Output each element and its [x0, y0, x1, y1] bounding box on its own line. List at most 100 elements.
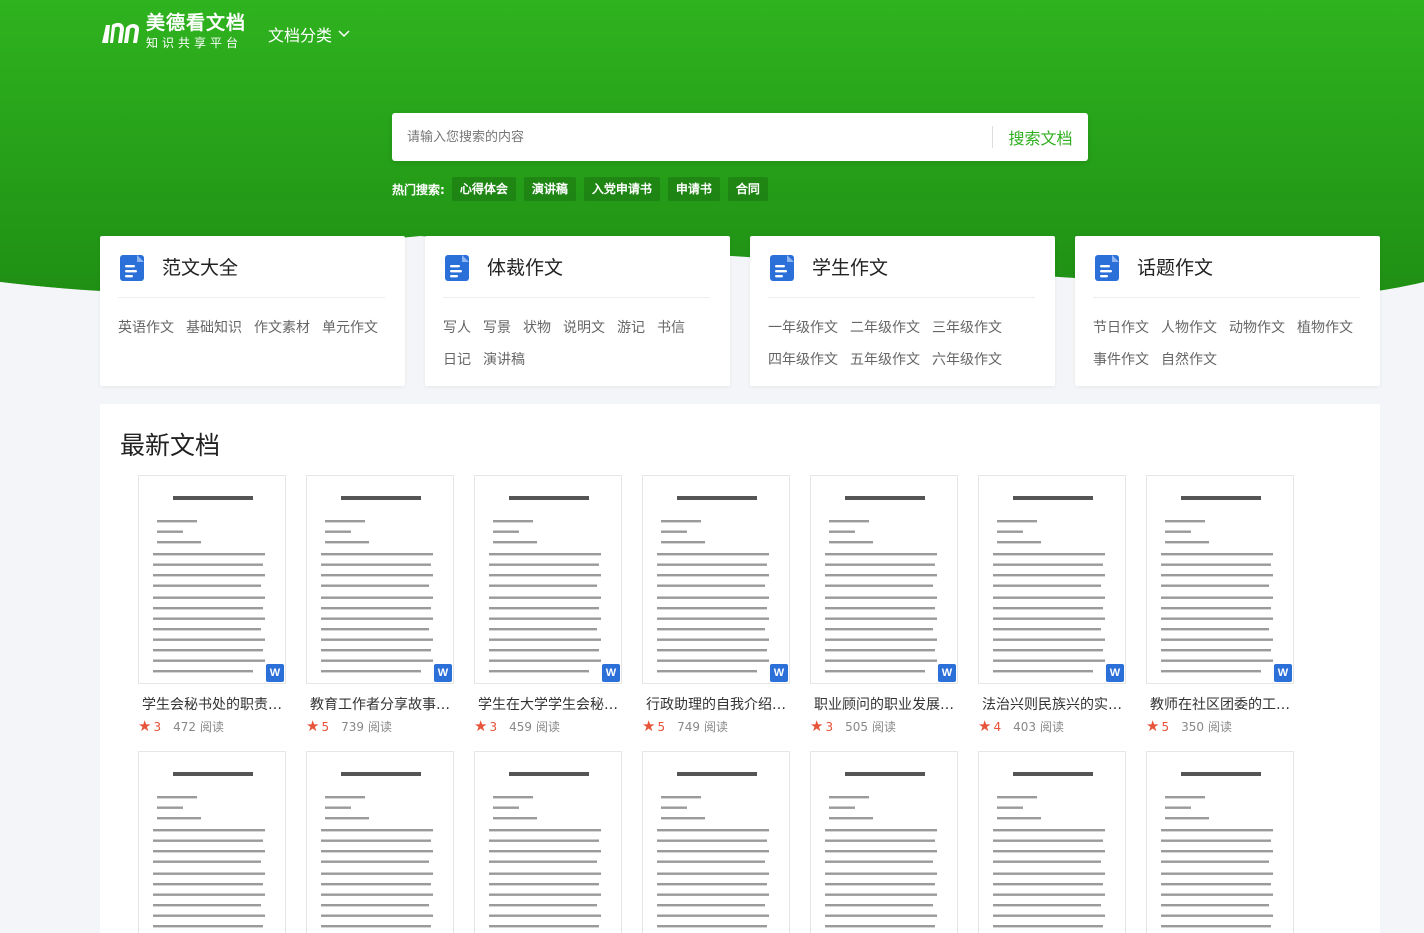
document-card[interactable]: W 学生在大学学生会秘… ★ 3 459 阅读: [474, 475, 622, 735]
document-thumbnail-text: [657, 772, 769, 928]
site-logo[interactable]: 美德看文档 知识共享平台: [100, 14, 246, 49]
document-thumbnail[interactable]: W: [642, 475, 790, 684]
document-icon: [770, 255, 794, 281]
document-thumbnail[interactable]: W: [474, 475, 622, 684]
document-thumbnail[interactable]: [138, 751, 286, 933]
hot-tag[interactable]: 申请书: [667, 177, 720, 201]
category-link[interactable]: 三年级作文: [932, 320, 1002, 352]
search-box: 搜索文档: [392, 113, 1088, 161]
document-rating: 3: [489, 719, 498, 734]
category-link[interactable]: 四年级作文: [768, 352, 838, 384]
document-card[interactable]: [978, 751, 1126, 933]
document-card[interactable]: W 学生会秘书处的职责… ★ 3 472 阅读: [138, 475, 286, 735]
category-link[interactable]: 写景: [483, 320, 511, 352]
chevron-down-icon: [338, 30, 350, 38]
document-title[interactable]: 学生在大学学生会秘…: [474, 694, 622, 714]
document-title[interactable]: 教育工作者分享故事…: [306, 694, 454, 714]
document-thumbnail-text: [825, 496, 937, 673]
document-card[interactable]: W 行政助理的自我介绍… ★ 5 749 阅读: [642, 475, 790, 735]
document-thumbnail-text: [1161, 496, 1273, 673]
document-thumbnail-text: [489, 496, 601, 673]
nav-category-dropdown[interactable]: 文档分类: [268, 22, 350, 46]
category-link[interactable]: 英语作文: [118, 320, 174, 352]
document-thumbnail[interactable]: W: [978, 475, 1126, 684]
document-card[interactable]: W 教育工作者分享故事… ★ 5 739 阅读: [306, 475, 454, 735]
document-icon: [445, 255, 469, 281]
document-meta: ★ 5 739 阅读: [306, 718, 454, 735]
reads-label: 阅读: [704, 720, 729, 734]
star-icon: ★: [138, 717, 152, 735]
category-link[interactable]: 作文素材: [254, 320, 310, 352]
document-card[interactable]: W 教师在社区团委的工… ★ 5 350 阅读: [1146, 475, 1294, 735]
category-link[interactable]: 六年级作文: [932, 352, 1002, 384]
hot-tag[interactable]: 合同: [727, 177, 768, 201]
document-thumbnail-text: [321, 496, 433, 673]
category-title[interactable]: 范文大全: [162, 254, 238, 282]
document-card[interactable]: [138, 751, 286, 933]
document-reads: 472: [173, 719, 196, 734]
document-card[interactable]: [306, 751, 454, 933]
document-title[interactable]: 教师在社区团委的工…: [1146, 694, 1294, 714]
category-link[interactable]: 日记: [443, 352, 471, 384]
word-file-icon: W: [1106, 664, 1124, 682]
document-thumbnail-text: [153, 496, 265, 673]
document-thumbnail[interactable]: [642, 751, 790, 933]
document-thumbnail[interactable]: [474, 751, 622, 933]
hot-tag[interactable]: 心得体会: [451, 177, 516, 201]
hot-tag[interactable]: 入党申请书: [583, 177, 660, 201]
document-title[interactable]: 学生会秘书处的职责…: [138, 694, 286, 714]
category-link[interactable]: 一年级作文: [768, 320, 838, 352]
document-meta: ★ 3 459 阅读: [474, 718, 622, 735]
category-link[interactable]: 动物作文: [1229, 320, 1285, 352]
document-title[interactable]: 法治兴则民族兴的实…: [978, 694, 1126, 714]
category-link[interactable]: 自然作文: [1161, 352, 1217, 384]
document-thumbnail[interactable]: [1146, 751, 1294, 933]
nav-category-label: 文档分类: [268, 26, 333, 45]
category-link[interactable]: 书信: [657, 320, 685, 352]
category-link[interactable]: 人物作文: [1161, 320, 1217, 352]
search-button[interactable]: 搜索文档: [993, 125, 1088, 149]
category-link[interactable]: 事件作文: [1093, 352, 1149, 384]
category-link[interactable]: 二年级作文: [850, 320, 920, 352]
category-link[interactable]: 状物: [523, 320, 551, 352]
word-file-icon: W: [266, 664, 284, 682]
document-thumbnail[interactable]: W: [306, 475, 454, 684]
document-card[interactable]: W 法治兴则民族兴的实… ★ 4 403 阅读: [978, 475, 1126, 735]
star-icon: ★: [810, 717, 824, 735]
hot-tag[interactable]: 演讲稿: [523, 177, 576, 201]
search-input[interactable]: [392, 113, 992, 161]
document-card[interactable]: [1146, 751, 1294, 933]
category-link[interactable]: 节日作文: [1093, 320, 1149, 352]
category-link[interactable]: 说明文: [563, 320, 605, 352]
document-title[interactable]: 行政助理的自我介绍…: [642, 694, 790, 714]
document-thumbnail[interactable]: [306, 751, 454, 933]
document-thumbnail[interactable]: W: [138, 475, 286, 684]
document-reads: 505: [845, 719, 868, 734]
category-link[interactable]: 基础知识: [186, 320, 242, 352]
category-title[interactable]: 学生作文: [812, 254, 888, 282]
document-thumbnail[interactable]: [810, 751, 958, 933]
document-meta: ★ 3 472 阅读: [138, 718, 286, 735]
document-card[interactable]: [642, 751, 790, 933]
category-link[interactable]: 演讲稿: [483, 352, 525, 384]
document-thumbnail-text: [993, 772, 1105, 928]
category-link[interactable]: 植物作文: [1297, 320, 1353, 352]
document-thumbnail[interactable]: [978, 751, 1126, 933]
document-thumbnail[interactable]: W: [1146, 475, 1294, 684]
category-link[interactable]: 游记: [617, 320, 645, 352]
document-card[interactable]: [474, 751, 622, 933]
document-thumbnail[interactable]: W: [810, 475, 958, 684]
category-title[interactable]: 体裁作文: [487, 254, 563, 282]
category-link[interactable]: 单元作文: [322, 320, 378, 352]
category-link[interactable]: 五年级作文: [850, 352, 920, 384]
star-icon: ★: [1146, 717, 1160, 735]
hot-search: 热门搜索: 心得体会 演讲稿 入党申请书 申请书 合同: [392, 177, 776, 201]
word-file-icon: W: [1274, 664, 1292, 682]
category-title[interactable]: 话题作文: [1137, 254, 1213, 282]
category-link[interactable]: 写人: [443, 320, 471, 352]
reads-label: 阅读: [200, 720, 225, 734]
document-card[interactable]: [810, 751, 958, 933]
document-title[interactable]: 职业顾问的职业发展…: [810, 694, 958, 714]
document-card[interactable]: W 职业顾问的职业发展… ★ 3 505 阅读: [810, 475, 958, 735]
hot-search-label: 热门搜索:: [392, 182, 445, 197]
